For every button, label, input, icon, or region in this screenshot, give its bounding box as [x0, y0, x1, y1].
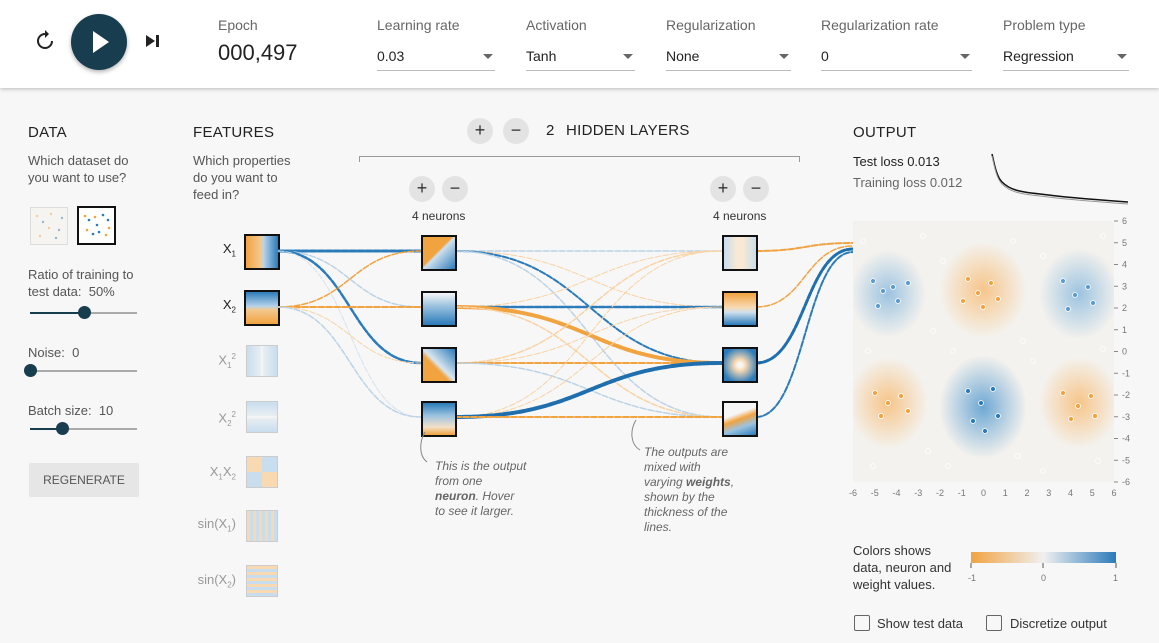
output-heatmap[interactable]	[853, 221, 1114, 482]
y-axis: 6 5 4 3 2 1 0 -1 -2 -3 -4 -5 -6	[1114, 216, 1130, 487]
weights-note: The outputs are mixed with varying weigh…	[644, 445, 735, 534]
y-tick-label: -4	[1122, 434, 1130, 444]
y-tick-label: -2	[1122, 390, 1130, 400]
neuron-l1-3[interactable]	[421, 347, 457, 383]
neuron-note: This is the output from one neuron. Hove…	[435, 459, 527, 518]
show-test-data-label: Show test data	[877, 616, 963, 631]
x-tick-label: -1	[958, 488, 966, 498]
x-tick-label: 3	[1046, 488, 1051, 498]
y-tick-label: -1	[1122, 368, 1130, 378]
x-tick-label: -3	[914, 488, 922, 498]
legend-tick-max: 1	[1113, 573, 1118, 583]
neuron-l2-2[interactable]	[722, 291, 758, 327]
neuron-l2-4[interactable]	[722, 401, 758, 437]
training-loss: Training loss 0.012	[853, 175, 963, 190]
x-tick-label: 2	[1024, 488, 1029, 498]
x-tick-label: -5	[871, 488, 879, 498]
y-tick-label: -5	[1122, 455, 1130, 465]
y-tick-label: -3	[1122, 412, 1130, 422]
x-axis: -6 -5 -4 -3 -2 -1 0 1 2 3 4 5 6	[849, 488, 1117, 498]
x-tick-label: -4	[892, 488, 900, 498]
y-tick-label: 0	[1122, 347, 1127, 357]
loss-curve	[991, 153, 1129, 205]
discretize-output-label: Discretize output	[1010, 616, 1107, 631]
note-arrow-icon	[631, 419, 641, 451]
test-loss: Test loss 0.013	[853, 154, 940, 169]
legend-tick-min: -1	[968, 573, 976, 583]
y-tick-label: 2	[1122, 303, 1127, 313]
x-tick-label: 5	[1090, 488, 1095, 498]
x-tick-label: 1	[1003, 488, 1008, 498]
x-tick-label: -6	[849, 488, 857, 498]
discretize-output-checkbox[interactable]	[986, 615, 1002, 631]
y-tick-label: 4	[1122, 260, 1127, 270]
output-title: OUTPUT	[853, 124, 917, 141]
note-arrow-icon	[420, 431, 428, 463]
x-tick-label: 0	[981, 488, 986, 498]
y-tick-label: 5	[1122, 238, 1127, 248]
x-tick-label: -2	[936, 488, 944, 498]
neuron-l2-1[interactable]	[722, 235, 758, 271]
show-test-data-checkbox[interactable]	[854, 615, 870, 631]
neuron-l1-1[interactable]	[421, 235, 457, 271]
neuron-l2-3[interactable]	[722, 347, 758, 383]
y-tick-label: -6	[1122, 477, 1130, 487]
neuron-l1-2[interactable]	[421, 291, 457, 327]
legend-text: Colors shows data, neuron and weight val…	[853, 543, 952, 592]
x-tick-label: 4	[1068, 488, 1073, 498]
y-tick-label: 1	[1122, 325, 1127, 335]
legend-tick-mid: 0	[1041, 573, 1046, 583]
y-tick-label: 3	[1122, 281, 1127, 291]
y-tick-label: 6	[1122, 216, 1127, 226]
color-scale-legend: -1 0 1	[968, 552, 1118, 583]
x-tick-label: 6	[1111, 488, 1116, 498]
